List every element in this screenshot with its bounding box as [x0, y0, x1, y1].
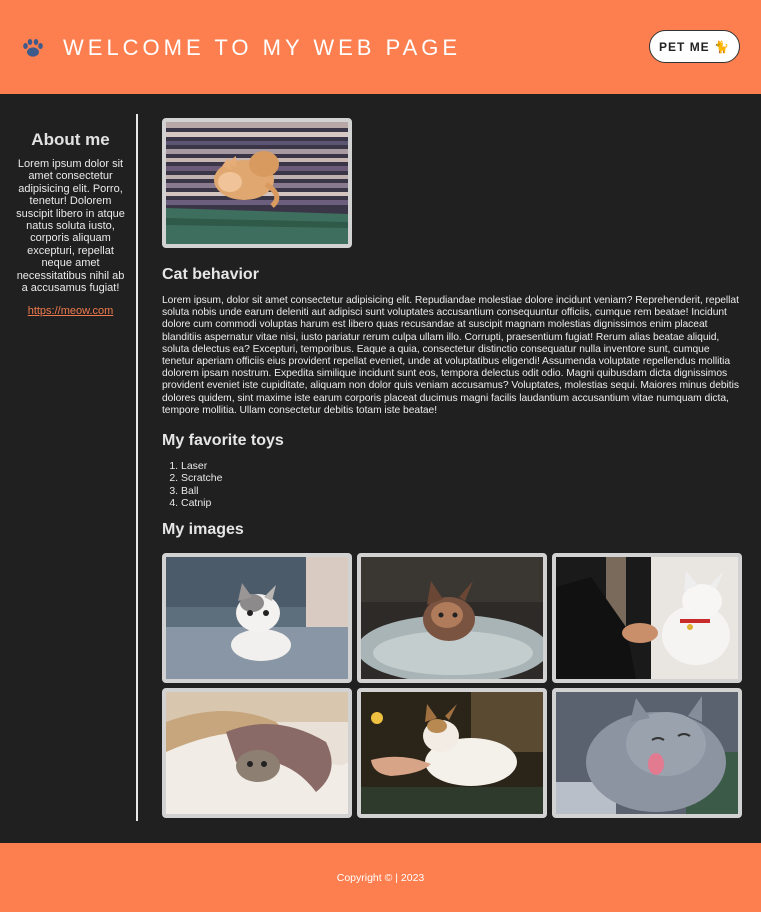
toys-list: Laser Scratche Ball Catnip: [162, 460, 742, 509]
gallery-image-kitten-fluffy[interactable]: [357, 553, 547, 684]
about-text: Lorem ipsum dolor sit amet consectetur a…: [16, 158, 125, 295]
main-content: Cat behavior Lorem ipsum, dolor sit amet…: [162, 118, 742, 819]
pet-me-button[interactable]: PET ME 🐈: [649, 30, 740, 63]
footer: Copyright © | 2023: [0, 843, 761, 912]
gallery-image-cat-petted[interactable]: [357, 688, 547, 819]
site-title: WELCOME TO MY WEB PAGE: [63, 35, 462, 60]
sidebar-divider: [136, 114, 138, 821]
list-item: Ball: [181, 485, 742, 497]
gallery-image-kitten-white-grey[interactable]: [162, 553, 352, 684]
header: WELCOME TO MY WEB PAGE PET ME 🐈: [0, 0, 761, 94]
sidebar: About me Lorem ipsum dolor sit amet cons…: [16, 113, 125, 317]
images-title: My images: [162, 521, 244, 539]
list-item: Scratche: [181, 472, 742, 484]
behavior-text: Lorem ipsum, dolor sit amet consectetur …: [162, 295, 739, 416]
list-item: Catnip: [181, 497, 742, 509]
hero-cat-image: [162, 118, 352, 248]
gallery-image-cat-blanket[interactable]: [162, 688, 352, 819]
gallery-image-grey-cat-tongue[interactable]: [552, 688, 742, 819]
list-item: Laser: [181, 460, 742, 472]
image-gallery: [162, 553, 742, 819]
toys-title: My favorite toys: [162, 432, 284, 450]
paw-icon: [23, 39, 43, 57]
about-title: About me: [31, 130, 110, 149]
gallery-image-white-cat-hand[interactable]: [552, 553, 742, 684]
copyright-text: Copyright © | 2023: [336, 871, 425, 884]
about-link[interactable]: https://meow.com: [16, 305, 125, 317]
behavior-title: Cat behavior: [162, 266, 259, 283]
